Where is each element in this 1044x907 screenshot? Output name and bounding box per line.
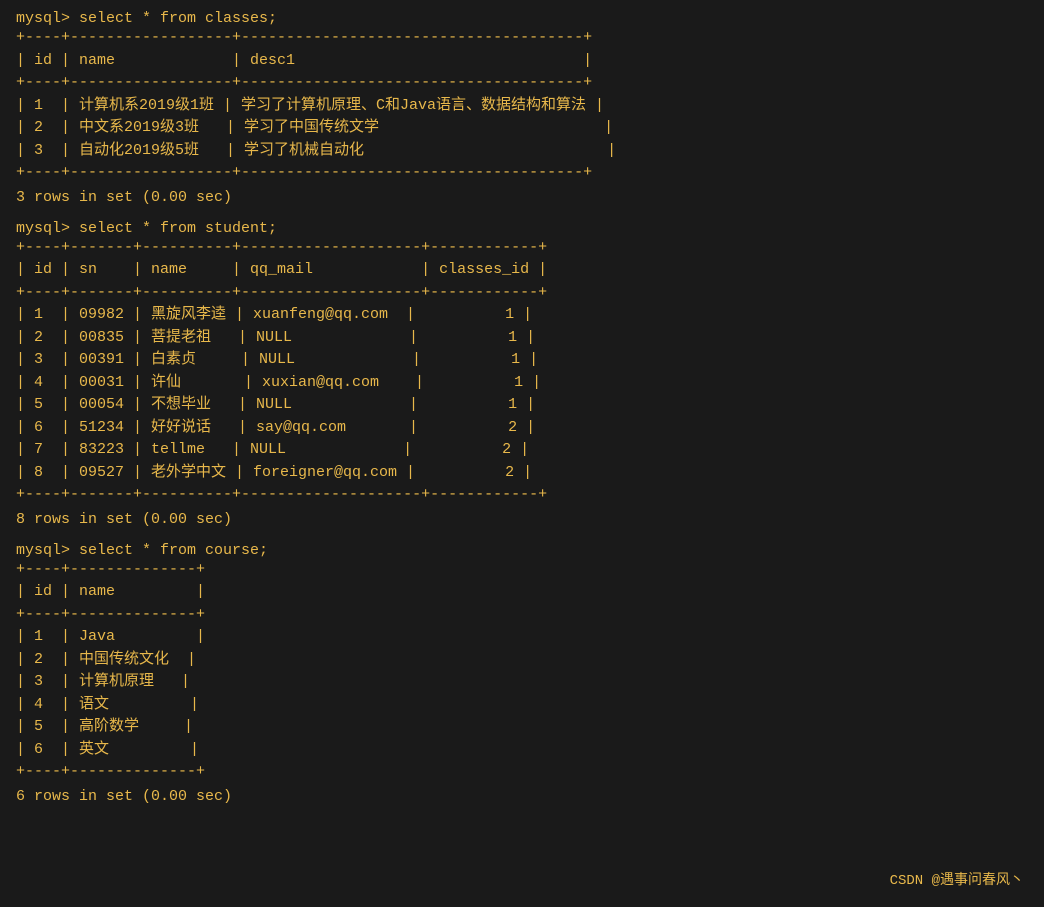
result-info-2: 6 rows in set (0.00 sec) — [16, 788, 1028, 805]
mysql-prompt: mysql> — [16, 542, 79, 559]
query-prompt-1: mysql> select * from student; — [16, 220, 1028, 237]
result-table-0: +----+------------------+---------------… — [16, 27, 1028, 185]
mysql-prompt: mysql> — [16, 10, 79, 27]
mysql-prompt: mysql> — [16, 220, 79, 237]
query-prompt-0: mysql> select * from classes; — [16, 10, 1028, 27]
sql-text: select * from classes; — [79, 10, 277, 27]
query-prompt-2: mysql> select * from course; — [16, 542, 1028, 559]
sql-text: select * from course; — [79, 542, 268, 559]
result-info-1: 8 rows in set (0.00 sec) — [16, 511, 1028, 528]
watermark-text: CSDN @遇事问春风丶 — [890, 869, 1024, 889]
sql-text: select * from student; — [79, 220, 277, 237]
result-info-0: 3 rows in set (0.00 sec) — [16, 189, 1028, 206]
result-table-1: +----+-------+----------+---------------… — [16, 237, 1028, 507]
result-table-2: +----+--------------+ | id | name | +---… — [16, 559, 1028, 784]
